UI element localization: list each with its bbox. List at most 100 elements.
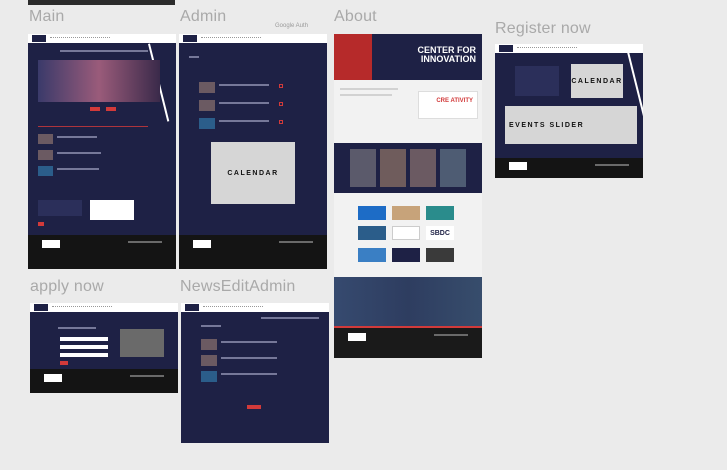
gallery-photo <box>410 149 436 187</box>
save-order-button[interactable] <box>247 405 261 409</box>
logo <box>499 45 513 52</box>
mini-calendar[interactable] <box>90 200 134 220</box>
partner-logo <box>392 226 420 240</box>
section-divider <box>38 126 148 127</box>
partner-logo <box>426 248 454 262</box>
site-footer <box>179 235 327 269</box>
logo <box>183 35 197 42</box>
partner-logo <box>358 206 386 220</box>
partner-logo <box>392 248 420 262</box>
about-text <box>340 88 398 90</box>
board-label-register: Register now <box>495 20 591 37</box>
footer-links[interactable] <box>279 241 313 243</box>
site-footer <box>334 328 482 358</box>
footer-logo <box>193 240 211 248</box>
section-title <box>201 325 221 327</box>
footer-links[interactable] <box>595 164 629 166</box>
nav-links[interactable] <box>201 37 261 39</box>
logo <box>185 304 199 311</box>
hero-image <box>38 60 160 102</box>
events-slider[interactable]: EVENTS SLIDER <box>505 106 637 144</box>
about-text <box>340 94 392 96</box>
hero-button-1[interactable] <box>90 107 100 111</box>
board-label-news-edit: NewsEditAdmin <box>180 278 296 295</box>
board-label-admin: Admin <box>180 8 227 25</box>
nav-links[interactable] <box>203 306 263 308</box>
edit-icon[interactable] <box>279 102 283 106</box>
appointment-form[interactable] <box>38 200 82 216</box>
gallery-photo <box>440 149 466 187</box>
nav-links[interactable] <box>52 306 112 308</box>
edit-icon[interactable] <box>279 120 283 124</box>
edit-icon[interactable] <box>279 84 283 88</box>
gallery-photo <box>380 149 406 187</box>
section-title <box>189 56 199 58</box>
nav-links[interactable] <box>517 47 577 49</box>
news-thumb <box>38 166 53 176</box>
news-text <box>221 373 277 375</box>
news-text <box>221 341 277 343</box>
partners-grid: SBDC <box>358 206 458 264</box>
partner-logo <box>358 226 386 240</box>
partner-logo <box>426 206 454 220</box>
logo <box>34 304 48 311</box>
submit-button[interactable] <box>38 222 44 226</box>
site-header <box>495 44 643 53</box>
site-footer <box>495 158 643 178</box>
about-hero: CENTER FOR INNOVATION <box>334 34 482 80</box>
news-text <box>57 152 101 154</box>
footer-logo <box>42 240 60 248</box>
apply-field[interactable] <box>60 345 108 349</box>
apply-field[interactable] <box>60 337 108 341</box>
admin-frame[interactable]: CALENDAR <box>179 34 327 269</box>
creativity-card: CRE ATIVITY <box>418 91 478 119</box>
news-text <box>221 357 277 359</box>
hero-title: CENTER FOR INNOVATION <box>417 45 477 64</box>
footer-links[interactable] <box>130 375 164 377</box>
apply-submit-button[interactable] <box>60 361 68 365</box>
nav-links[interactable] <box>50 37 110 39</box>
news-thumb <box>38 150 53 160</box>
news-text <box>57 136 97 138</box>
news-thumb[interactable] <box>201 371 217 382</box>
site-header <box>28 34 176 43</box>
about-frame[interactable]: CENTER FOR INNOVATION CRE ATIVITY SBDC <box>334 34 482 358</box>
news-text <box>57 168 99 170</box>
main-frame[interactable] <box>28 34 176 269</box>
site-header <box>181 303 329 312</box>
news-thumb[interactable] <box>201 355 217 366</box>
partner-logo <box>392 206 420 220</box>
site-header <box>179 34 327 43</box>
register-frame[interactable]: CALENDAR EVENTS SLIDER <box>495 44 643 178</box>
calendar-panel[interactable]: CALENDAR <box>211 142 295 204</box>
drag-order-hint <box>261 317 319 319</box>
team-photo <box>120 329 164 357</box>
apply-field[interactable] <box>60 353 108 357</box>
news-thumb <box>199 82 215 93</box>
creativity-text: CRE ATIVITY <box>436 98 473 104</box>
news-thumb <box>199 118 215 129</box>
google-auth-note: Google Auth <box>275 23 309 29</box>
gallery-photo <box>350 149 376 187</box>
news-thumb[interactable] <box>201 339 217 350</box>
board-label-apply: apply now <box>30 278 104 295</box>
site-footer <box>30 369 178 393</box>
board-label-main: Main <box>29 8 65 25</box>
site-footer <box>28 235 176 269</box>
footer-links[interactable] <box>128 241 162 243</box>
footer-logo <box>509 162 527 170</box>
news-text <box>219 120 269 122</box>
hero-button-2[interactable] <box>106 107 116 111</box>
about-banner <box>334 277 482 328</box>
news-edit-frame[interactable] <box>181 303 329 443</box>
register-form[interactable] <box>515 66 559 96</box>
top-bar <box>28 0 175 5</box>
gallery-section <box>334 143 482 193</box>
apply-heading <box>58 327 96 329</box>
headline <box>60 50 148 52</box>
logo <box>32 35 46 42</box>
calendar-panel[interactable]: CALENDAR <box>571 64 623 98</box>
footer-links[interactable] <box>434 334 468 336</box>
footer-logo <box>44 374 62 382</box>
apply-frame[interactable] <box>30 303 178 393</box>
